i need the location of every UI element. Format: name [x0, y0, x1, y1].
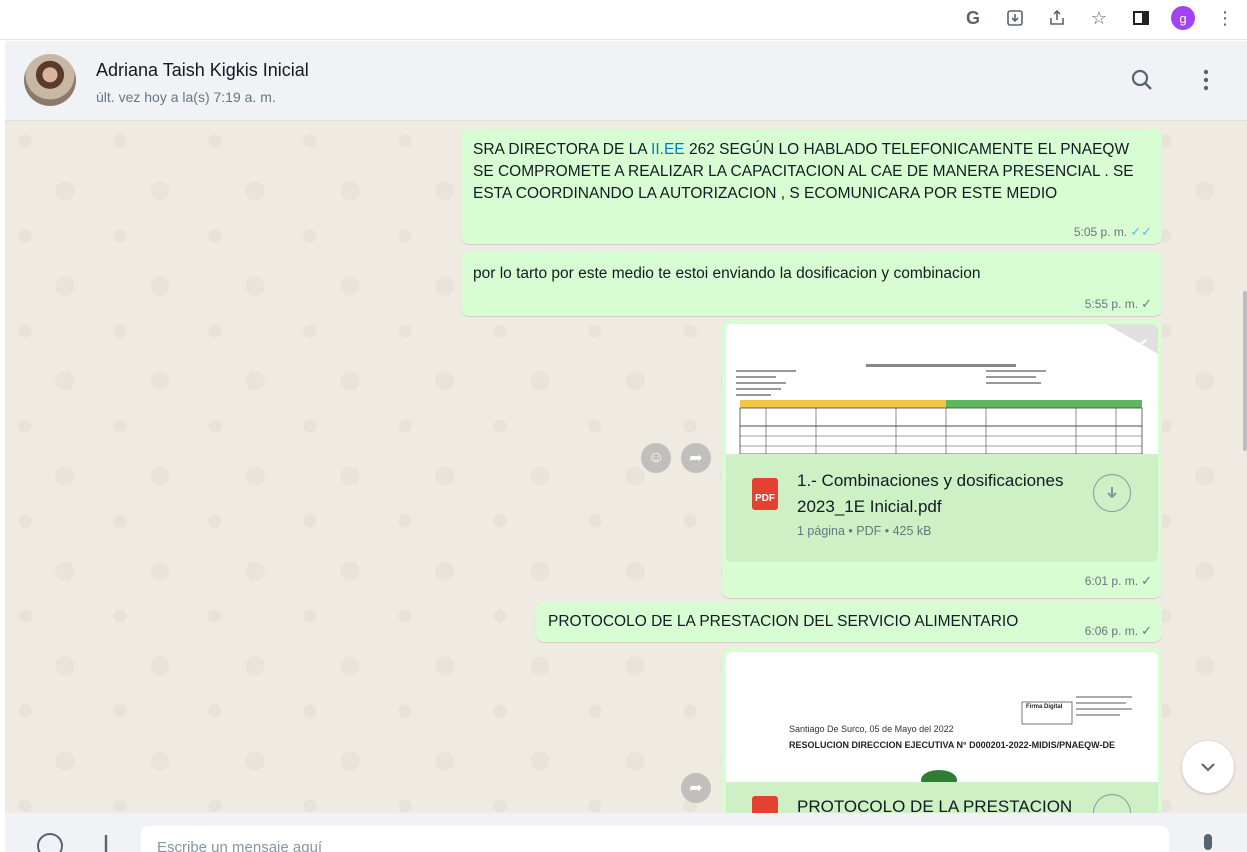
emoji-icon[interactable]	[35, 831, 65, 852]
message-link[interactable]: II.EE	[651, 141, 685, 158]
message-text: por lo tarto por este medio te estoi env…	[473, 265, 981, 282]
sent-check-icon: ✓	[1141, 573, 1152, 588]
document-file-name: 1.- Combinaciones y dosificaciones 2023_…	[797, 471, 1064, 516]
message-time: 5:05 p. m. ✓✓	[1073, 224, 1152, 239]
pdf-file-icon: PDF	[752, 478, 778, 510]
profile-icon[interactable]: g	[1171, 6, 1195, 30]
document-thumbnail	[726, 324, 1158, 454]
download-icon[interactable]	[1093, 474, 1131, 512]
message-time: 5:55 p. m. ✓	[1084, 296, 1152, 311]
chevron-down-icon	[1201, 763, 1215, 772]
share-icon[interactable]	[1045, 6, 1069, 30]
chat-pane[interactable]: SRA DIRECTORA DE LA II.EE 262 SEGÚN LO H…	[5, 121, 1247, 813]
document-preview[interactable]: Firma Digital Santiago De Surco, 05 de M…	[726, 652, 1158, 782]
document-message[interactable]: Firma Digital Santiago De Surco, 05 de M…	[722, 648, 1162, 813]
document-preview-line: RESOLUCION DIRECCION EJECUTIVA N° D00020…	[789, 740, 1115, 750]
message-input[interactable]	[141, 826, 1169, 852]
browser-toolbar: G ☆ g ⋮	[0, 0, 1247, 40]
document-card[interactable]: PROTOCOLO DE LA PRESTACION	[726, 782, 1158, 813]
last-seen-status: últ. vez hoy a la(s) 7:19 a. m.	[96, 89, 276, 105]
google-lens-icon[interactable]: G	[961, 6, 985, 30]
read-receipt-icon: ✓✓	[1130, 224, 1152, 239]
document-card[interactable]: PDF 1.- Combinaciones y dosificaciones 2…	[726, 454, 1158, 562]
sent-check-icon: ✓	[1141, 296, 1152, 311]
message-bubble[interactable]: por lo tarto por este medio te estoi env…	[461, 251, 1162, 316]
menu-icon[interactable]	[1193, 67, 1219, 93]
pdf-file-icon	[752, 796, 778, 813]
kebab-menu-icon[interactable]: ⋮	[1213, 6, 1237, 30]
contact-name: Adriana Taish Kigkis Inicial	[96, 60, 309, 80]
chat-header[interactable]: Adriana Taish Kigkis Inicial últ. vez ho…	[5, 41, 1247, 121]
emoji-react-icon[interactable]: ☺	[641, 443, 671, 473]
forward-icon[interactable]: ➦	[681, 443, 711, 473]
sent-check-icon: ✓	[1141, 623, 1152, 638]
message-text: PROTOCOLO DE LA PRESTACION DEL SERVICIO …	[548, 613, 1019, 630]
scroll-down-button[interactable]	[1182, 741, 1234, 793]
digital-signature-stamp: Firma Digital	[1026, 704, 1063, 710]
message-bubble[interactable]: PROTOCOLO DE LA PRESTACION DEL SERVICIO …	[536, 602, 1162, 642]
document-file-name: PROTOCOLO DE LA PRESTACION	[797, 797, 1073, 813]
scrollbar[interactable]	[1243, 291, 1247, 451]
microphone-icon[interactable]	[1193, 831, 1223, 852]
document-message[interactable]: PDF 1.- Combinaciones y dosificaciones 2…	[722, 320, 1162, 598]
document-preview-line: Santiago De Surco, 05 de Mayo del 2022	[789, 724, 954, 734]
document-preview[interactable]	[726, 324, 1158, 454]
composer	[5, 813, 1247, 852]
document-thumbnail	[726, 652, 1158, 782]
download-icon[interactable]	[1093, 794, 1131, 813]
browser-tools: G ☆ g ⋮	[961, 4, 1237, 32]
message-text: SRA DIRECTORA DE LA II.EE 262 SEGÚN LO H…	[473, 141, 1134, 202]
message-time: 6:06 p. m. ✓	[1084, 623, 1152, 638]
side-panel-icon[interactable]	[1129, 6, 1153, 30]
document-meta: 1 página • PDF • 425 kB	[797, 524, 932, 538]
message-time: 6:01 p. m. ✓	[1084, 573, 1152, 588]
star-icon[interactable]: ☆	[1087, 6, 1111, 30]
avatar[interactable]	[24, 54, 76, 106]
forward-icon[interactable]: ➦	[681, 773, 711, 803]
message-bubble[interactable]: SRA DIRECTORA DE LA II.EE 262 SEGÚN LO H…	[461, 129, 1162, 244]
attach-plus-icon[interactable]	[91, 831, 121, 852]
install-app-icon[interactable]	[1003, 6, 1027, 30]
search-icon[interactable]	[1129, 67, 1155, 93]
